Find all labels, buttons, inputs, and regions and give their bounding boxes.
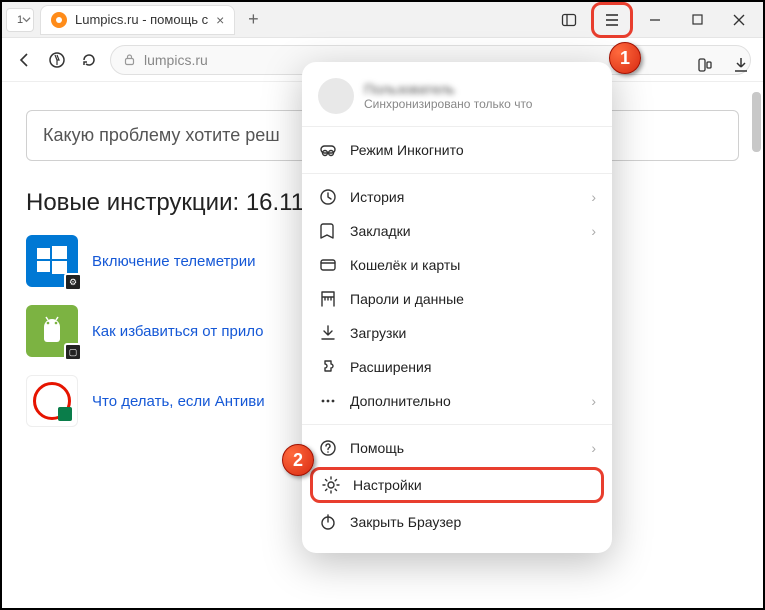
- menu-item-download[interactable]: Загрузки: [302, 316, 612, 350]
- menu-item-bookmark[interactable]: Закладки ›: [302, 214, 612, 248]
- key-icon: [318, 289, 338, 309]
- menu-item-label: Загрузки: [350, 325, 406, 341]
- yandex-home-icon[interactable]: [46, 49, 68, 71]
- toolbar-right: [693, 54, 753, 76]
- annotation-badge-1: 1: [609, 42, 641, 74]
- menu-item-label: Закладки: [350, 223, 411, 239]
- sidebar-toggle-icon[interactable]: [549, 4, 589, 36]
- bookmark-icon: [318, 221, 338, 241]
- window-close-icon[interactable]: [719, 4, 759, 36]
- menu-separator: [302, 424, 612, 425]
- menu-item-more[interactable]: Дополнительно ›: [302, 384, 612, 418]
- chevron-right-icon: ›: [591, 189, 596, 205]
- settings-icon: [321, 475, 341, 495]
- downloads-icon[interactable]: [729, 54, 753, 76]
- avatar-icon: [318, 78, 354, 114]
- menu-item-label: Настройки: [353, 477, 422, 493]
- tab-favicon-icon: [51, 12, 67, 28]
- help-icon: [318, 438, 338, 458]
- menu-item-history[interactable]: История ›: [302, 180, 612, 214]
- chevron-right-icon: ›: [591, 223, 596, 239]
- extensions-icon[interactable]: [693, 54, 717, 76]
- menu-item-label: Помощь: [350, 440, 404, 456]
- menu-item-puzzle[interactable]: Расширения: [302, 350, 612, 384]
- more-icon: [318, 391, 338, 411]
- menu-item-settings[interactable]: Настройки: [310, 467, 604, 503]
- windows-icon: ⚙: [26, 235, 78, 287]
- tab-bar: 1 Lumpics.ru - помощь с × +: [2, 2, 763, 38]
- active-tab[interactable]: Lumpics.ru - помощь с ×: [40, 5, 235, 35]
- history-icon: [318, 187, 338, 207]
- sync-status: Синхронизировано только что: [364, 97, 532, 111]
- account-name: Пользователь: [364, 81, 532, 97]
- menu-item-label: Режим Инкогнито: [350, 142, 464, 158]
- overlay-icon: ▢: [64, 343, 82, 361]
- new-tab-button[interactable]: +: [239, 6, 267, 34]
- reload-button[interactable]: [78, 49, 100, 71]
- download-icon: [318, 323, 338, 343]
- annotation-badge-2: 2: [282, 444, 314, 476]
- tab-close-icon[interactable]: ×: [216, 12, 224, 28]
- power-icon: [318, 512, 338, 532]
- menu-item-label: Кошелёк и карты: [350, 257, 460, 273]
- menu-separator: [302, 173, 612, 174]
- menu-item-label: Закрыть Браузер: [350, 514, 461, 530]
- menu-item-label: Пароли и данные: [350, 291, 464, 307]
- menu-item-key[interactable]: Пароли и данные: [302, 282, 612, 316]
- nav-back-button[interactable]: [14, 49, 36, 71]
- main-menu-dropdown: Пользователь Синхронизировано только что…: [302, 62, 612, 553]
- window-maximize-icon[interactable]: [677, 4, 717, 36]
- window-minimize-icon[interactable]: [635, 4, 675, 36]
- article-link[interactable]: Что делать, если Антиви: [92, 393, 265, 410]
- article-link[interactable]: Как избавиться от прило: [92, 323, 263, 340]
- puzzle-icon: [318, 357, 338, 377]
- browser-window: 1 Lumpics.ru - помощь с × +: [0, 0, 765, 610]
- menu-item-help[interactable]: Помощь ›: [302, 431, 612, 465]
- menu-item-wallet[interactable]: Кошелёк и карты: [302, 248, 612, 282]
- menu-item-label: Дополнительно: [350, 393, 451, 409]
- lock-icon: [123, 53, 136, 66]
- menu-item-label: История: [350, 189, 404, 205]
- menu-item-label: Расширения: [350, 359, 431, 375]
- yandex-browser-icon: [26, 375, 78, 427]
- tab-title: Lumpics.ru - помощь с: [75, 12, 208, 27]
- menu-account-header[interactable]: Пользователь Синхронизировано только что: [302, 72, 612, 127]
- url-text: lumpics.ru: [144, 52, 208, 68]
- menu-item-incognito[interactable]: Режим Инкогнито: [302, 133, 612, 167]
- article-link[interactable]: Включение телеметрии: [92, 253, 256, 270]
- android-icon: ▢: [26, 305, 78, 357]
- overlay-icon: ⚙: [64, 273, 82, 291]
- chevron-right-icon: ›: [591, 393, 596, 409]
- menu-item-power[interactable]: Закрыть Браузер: [302, 505, 612, 539]
- tab-counter[interactable]: 1: [6, 8, 34, 32]
- incognito-icon: [318, 140, 338, 160]
- wallet-icon: [318, 255, 338, 275]
- chevron-right-icon: ›: [591, 440, 596, 456]
- main-menu-button[interactable]: [595, 6, 629, 34]
- main-menu-highlight: [591, 2, 633, 38]
